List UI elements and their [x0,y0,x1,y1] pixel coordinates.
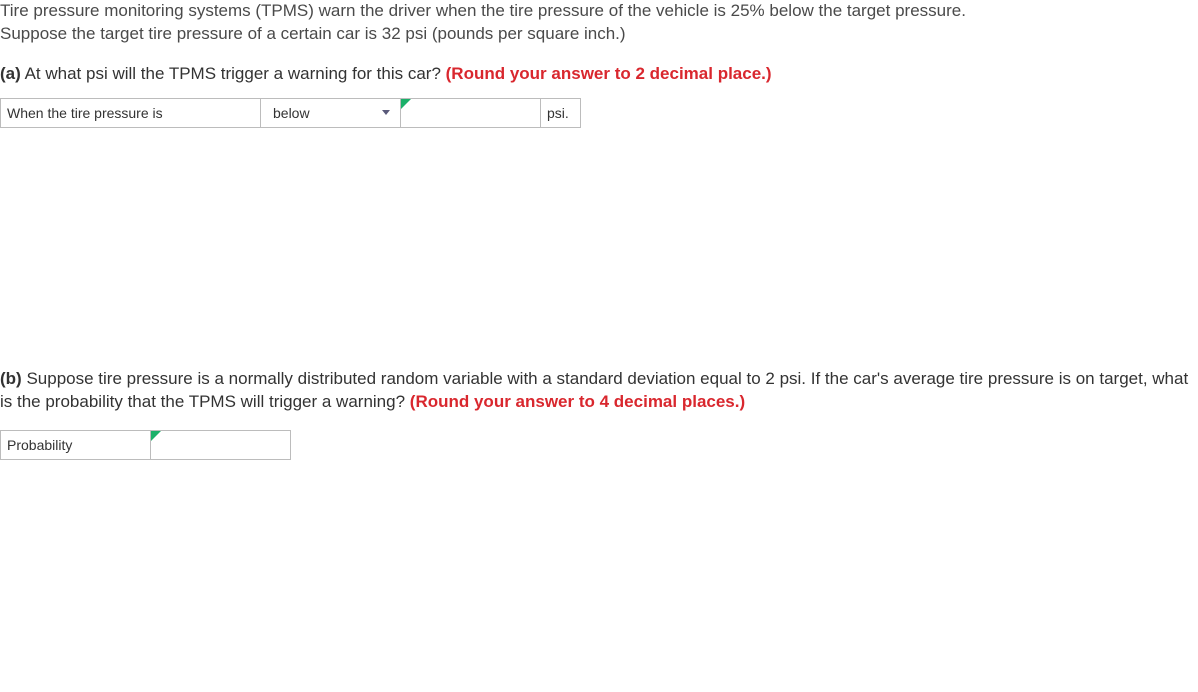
part-b-answer-table: Probability [0,430,291,460]
part-b-label: (b) [0,369,22,388]
probability-label: Probability [7,437,72,453]
part-b-hint: (Round your answer to 4 decimal places.) [410,392,745,411]
chevron-down-icon [382,110,390,115]
intro-line-1: Tire pressure monitoring systems (TPMS) … [0,1,966,20]
unit-cell: psi. [541,98,581,127]
part-a-question: (a) At what psi will the TPMS trigger a … [0,64,1198,84]
cell-prefix: When the tire pressure is [1,98,261,127]
table-row: When the tire pressure is below psi. [1,98,581,127]
psi-value-input[interactable] [407,102,534,124]
part-a-label: (a) [0,64,21,83]
probability-input-cell [151,430,291,459]
direction-dropdown-cell: below [261,98,401,127]
part-a-hint: (Round your answer to 2 decimal place.) [446,64,772,83]
dropdown-value: below [273,105,310,121]
part-a-text: At what psi will the TPMS trigger a warn… [21,64,446,83]
part-a-answer-table: When the tire pressure is below psi. [0,98,581,128]
psi-input-cell [401,98,541,127]
flag-icon [151,431,161,441]
problem-intro: Tire pressure monitoring systems (TPMS) … [0,0,1198,46]
probability-label-cell: Probability [1,430,151,459]
prefix-text: When the tire pressure is [7,105,163,121]
unit-text: psi. [547,105,569,121]
intro-line-2: Suppose the target tire pressure of a ce… [0,24,626,43]
table-row: Probability [1,430,291,459]
direction-dropdown[interactable]: below [267,102,394,124]
flag-icon [401,99,411,109]
part-b-question: (b) Suppose tire pressure is a normally … [0,368,1198,414]
probability-value-input[interactable] [157,434,284,456]
